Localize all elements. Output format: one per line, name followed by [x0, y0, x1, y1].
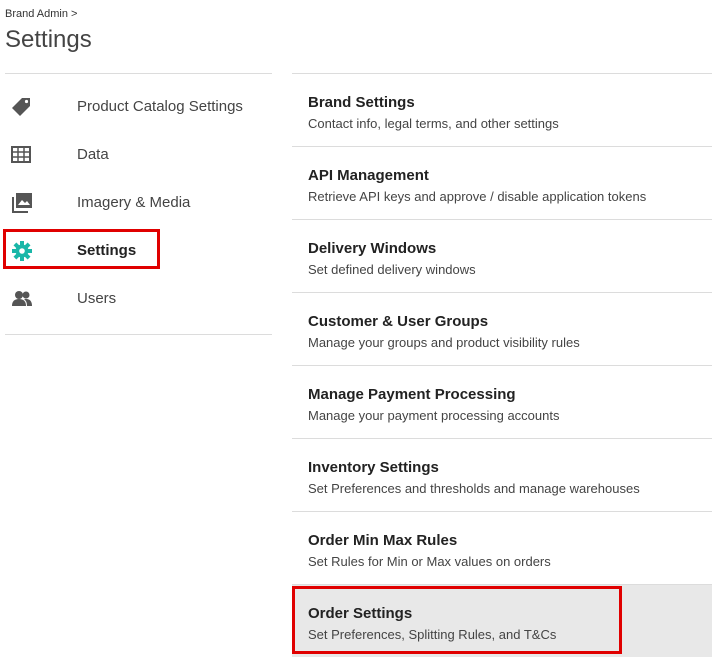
page-title: Settings: [5, 26, 92, 53]
setting-row-order-settings[interactable]: Order Settings Set Preferences, Splittin…: [292, 584, 712, 657]
sidebar-item-label: Data: [77, 146, 109, 163]
gear-icon: [12, 241, 32, 261]
setting-title: Customer & User Groups: [308, 313, 489, 330]
sidebar-item-product-catalog-settings[interactable]: Product Catalog Settings: [5, 84, 272, 132]
sidebar-item-label: Users: [77, 290, 117, 307]
table-icon: [11, 146, 31, 163]
setting-title: Order Settings: [308, 605, 413, 622]
setting-row-api-management[interactable]: API Management Retrieve API keys and app…: [292, 146, 712, 219]
setting-description: Contact info, legal terms, and other set…: [308, 116, 559, 131]
breadcrumb[interactable]: Brand Admin >: [5, 8, 77, 20]
sidebar-item-label: Product Catalog Settings: [77, 98, 243, 115]
setting-row-manage-payment-processing[interactable]: Manage Payment Processing Manage your pa…: [292, 365, 712, 438]
sidebar-item-imagery-media[interactable]: Imagery & Media: [5, 180, 272, 228]
sidebar-item-label: Settings: [77, 242, 137, 259]
setting-row-delivery-windows[interactable]: Delivery Windows Set defined delivery wi…: [292, 219, 712, 292]
setting-row-brand-settings[interactable]: Brand Settings Contact info, legal terms…: [292, 73, 712, 146]
sidebar-nav: Product Catalog Settings Data Imagery & …: [5, 73, 272, 335]
setting-row-customer-user-groups[interactable]: Customer & User Groups Manage your group…: [292, 292, 712, 365]
image-icon: [12, 193, 32, 213]
setting-description: Set defined delivery windows: [308, 262, 476, 277]
setting-title: Manage Payment Processing: [308, 386, 516, 403]
setting-description: Manage your payment processing accounts: [308, 408, 560, 423]
setting-title: Delivery Windows: [308, 240, 437, 257]
tag-icon: [12, 98, 30, 116]
setting-row-inventory-settings[interactable]: Inventory Settings Set Preferences and t…: [292, 438, 712, 511]
setting-title: API Management: [308, 167, 429, 184]
setting-description: Set Preferences and thresholds and manag…: [308, 481, 640, 496]
setting-row-order-min-max-rules[interactable]: Order Min Max Rules Set Rules for Min or…: [292, 511, 712, 584]
sidebar-item-label: Imagery & Media: [77, 194, 191, 211]
sidebar-item-settings[interactable]: Settings: [5, 228, 272, 276]
sidebar-item-data[interactable]: Data: [5, 132, 272, 180]
setting-description: Set Preferences, Splitting Rules, and T&…: [308, 627, 557, 642]
setting-title: Brand Settings: [308, 94, 415, 111]
setting-title: Order Min Max Rules: [308, 532, 458, 549]
sidebar-item-users[interactable]: Users: [5, 276, 272, 324]
setting-title: Inventory Settings: [308, 459, 439, 476]
setting-description: Manage your groups and product visibilit…: [308, 335, 580, 350]
setting-description: Retrieve API keys and approve / disable …: [308, 189, 647, 204]
setting-description: Set Rules for Min or Max values on order…: [308, 554, 551, 569]
users-icon: [12, 291, 32, 306]
